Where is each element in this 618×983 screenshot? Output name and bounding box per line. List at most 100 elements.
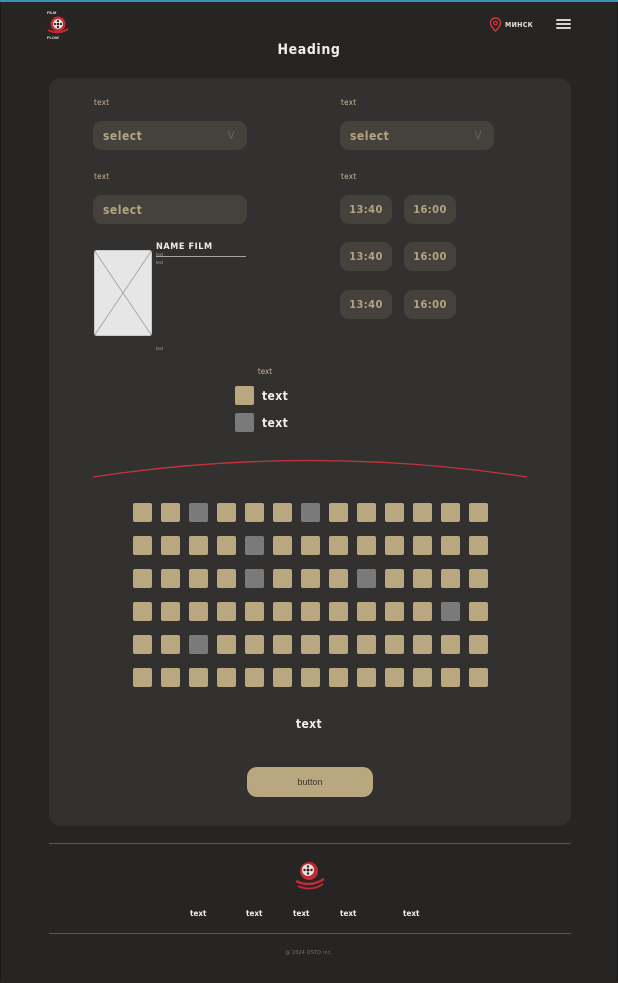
seat-available[interactable] <box>385 503 404 522</box>
footer-link[interactable]: text <box>340 909 356 918</box>
showtime-button[interactable]: 16:00 <box>404 290 456 319</box>
seat-available[interactable] <box>441 668 460 687</box>
seat-available[interactable] <box>161 602 180 621</box>
seat-available[interactable] <box>301 569 320 588</box>
seat-available[interactable] <box>441 569 460 588</box>
seat-available[interactable] <box>329 569 348 588</box>
seat-available[interactable] <box>273 635 292 654</box>
film-detail: text <box>156 346 164 351</box>
seat-available[interactable] <box>273 668 292 687</box>
seat-available[interactable] <box>357 635 376 654</box>
footer-divider <box>49 933 571 934</box>
seat-available[interactable] <box>245 635 264 654</box>
seat-available[interactable] <box>357 602 376 621</box>
location-selector[interactable]: МИНСК <box>489 17 533 32</box>
book-button[interactable]: button <box>247 767 373 797</box>
seat-available[interactable] <box>189 602 208 621</box>
footer-link[interactable]: text <box>190 909 206 918</box>
seat-available[interactable] <box>413 503 432 522</box>
seat-available[interactable] <box>441 635 460 654</box>
seat-available[interactable] <box>441 503 460 522</box>
select-dropdown-2[interactable]: select V <box>340 121 494 150</box>
seat-available[interactable] <box>161 536 180 555</box>
seat-available[interactable] <box>217 536 236 555</box>
seat-available[interactable] <box>413 668 432 687</box>
seat-available[interactable] <box>189 668 208 687</box>
seat-available[interactable] <box>161 569 180 588</box>
seat-available[interactable] <box>133 668 152 687</box>
seat-available[interactable] <box>273 536 292 555</box>
seat-available[interactable] <box>469 503 488 522</box>
seat-available[interactable] <box>301 668 320 687</box>
seat-available[interactable] <box>385 668 404 687</box>
seat-available[interactable] <box>385 536 404 555</box>
seat-available[interactable] <box>469 569 488 588</box>
seat-available[interactable] <box>301 602 320 621</box>
seat-available[interactable] <box>329 536 348 555</box>
seat-taken <box>189 635 208 654</box>
footer-link[interactable]: text <box>293 909 309 918</box>
seat-available[interactable] <box>385 635 404 654</box>
seat-available[interactable] <box>301 536 320 555</box>
seat-available[interactable] <box>301 635 320 654</box>
seat-available[interactable] <box>441 536 460 555</box>
showtime-button[interactable]: 13:40 <box>340 195 392 224</box>
showtime-button[interactable]: 16:00 <box>404 242 456 271</box>
footer-link[interactable]: text <box>246 909 262 918</box>
seat-available[interactable] <box>413 569 432 588</box>
footer-link[interactable]: text <box>403 909 419 918</box>
seat-available[interactable] <box>189 569 208 588</box>
seat-available[interactable] <box>245 503 264 522</box>
seat-available[interactable] <box>133 602 152 621</box>
seat-available[interactable] <box>329 602 348 621</box>
booking-summary: text <box>295 717 323 731</box>
seat-available[interactable] <box>385 569 404 588</box>
menu-icon[interactable] <box>556 19 571 29</box>
select-dropdown-1[interactable]: select V <box>93 121 247 150</box>
seat-available[interactable] <box>413 536 432 555</box>
seat-available[interactable] <box>217 569 236 588</box>
seat-available[interactable] <box>469 668 488 687</box>
showtime-button[interactable]: 13:40 <box>340 290 392 319</box>
seat-available[interactable] <box>161 668 180 687</box>
seat-available[interactable] <box>469 635 488 654</box>
logo-icon[interactable]: FILM FLOW <box>44 10 74 40</box>
seat-available[interactable] <box>245 602 264 621</box>
seat-available[interactable] <box>133 569 152 588</box>
seat-map <box>133 503 488 687</box>
seat-available[interactable] <box>357 668 376 687</box>
seat-available[interactable] <box>217 635 236 654</box>
seat-available[interactable] <box>217 503 236 522</box>
seat-available[interactable] <box>357 536 376 555</box>
seat-taken <box>245 569 264 588</box>
seat-available[interactable] <box>273 602 292 621</box>
showtime-button[interactable]: 13:40 <box>340 242 392 271</box>
seat-available[interactable] <box>189 536 208 555</box>
seat-available[interactable] <box>413 602 432 621</box>
seat-available[interactable] <box>133 503 152 522</box>
seat-available[interactable] <box>217 602 236 621</box>
seat-available[interactable] <box>133 635 152 654</box>
taken-seat-swatch <box>235 413 254 432</box>
seat-available[interactable] <box>133 536 152 555</box>
seat-available[interactable] <box>329 668 348 687</box>
seat-available[interactable] <box>217 668 236 687</box>
seat-available[interactable] <box>385 602 404 621</box>
seat-available[interactable] <box>329 635 348 654</box>
svg-text:FLOW: FLOW <box>47 35 59 40</box>
seat-available[interactable] <box>161 503 180 522</box>
seat-available[interactable] <box>161 635 180 654</box>
seat-available[interactable] <box>469 536 488 555</box>
seat-available[interactable] <box>413 635 432 654</box>
seat-available[interactable] <box>273 569 292 588</box>
page-title: Heading <box>277 42 341 58</box>
seat-available[interactable] <box>357 503 376 522</box>
seat-available[interactable] <box>469 602 488 621</box>
footer-logo-icon[interactable] <box>293 857 327 893</box>
film-detail: text <box>156 260 164 265</box>
select-dropdown-3[interactable]: select <box>93 195 247 224</box>
seat-available[interactable] <box>273 503 292 522</box>
seat-available[interactable] <box>329 503 348 522</box>
showtime-button[interactable]: 16:00 <box>404 195 456 224</box>
seat-available[interactable] <box>245 668 264 687</box>
